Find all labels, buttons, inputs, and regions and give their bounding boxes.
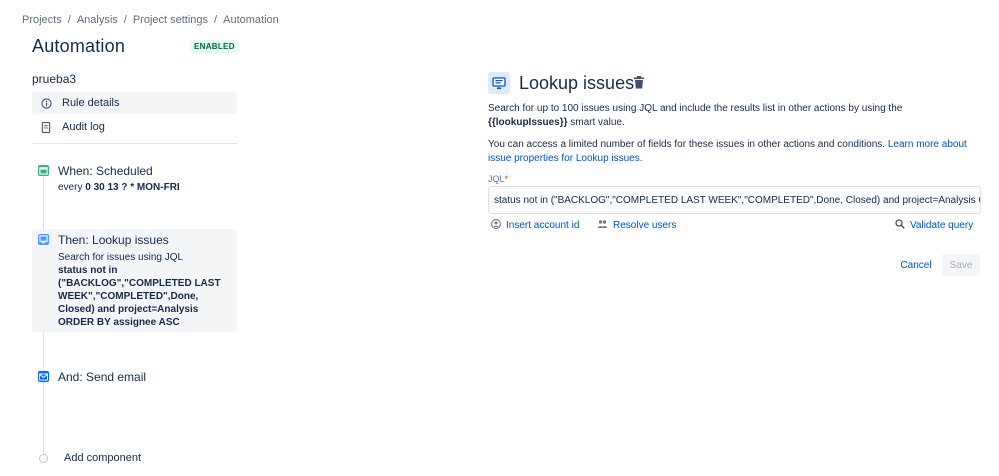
- resolve-users-button[interactable]: Resolve users: [597, 219, 676, 232]
- step-action-lookup-issues[interactable]: Then: Lookup issues Search for issues us…: [32, 229, 237, 332]
- sidebar-item-rule-details[interactable]: Rule details: [32, 92, 237, 114]
- status-badge[interactable]: ENABLED: [190, 40, 239, 53]
- validate-query-label: Validate query: [910, 220, 974, 231]
- step-trigger-scheduled[interactable]: When: Scheduled every 0 30 13 ? * MON-FR…: [32, 160, 237, 204]
- add-component-button[interactable]: Add component: [32, 452, 141, 464]
- resolve-users-label: Resolve users: [613, 220, 677, 231]
- step-title: When: Scheduled: [58, 164, 153, 178]
- users-icon: [597, 219, 608, 232]
- panel-title: Lookup issues: [519, 73, 635, 93]
- breadcrumb-analysis[interactable]: Analysis: [77, 14, 118, 26]
- save-button[interactable]: Save: [942, 254, 980, 276]
- breadcrumb: Projects / Analysis / Project settings /…: [22, 14, 279, 26]
- sidebar-item-audit-log[interactable]: Audit log: [32, 116, 237, 138]
- rule-name[interactable]: prueba3: [32, 72, 76, 86]
- validate-query-button[interactable]: Validate query: [895, 219, 973, 232]
- user-circle-icon: [491, 219, 501, 232]
- jql-input[interactable]: status not in ("BACKLOG","COMPLETED LAST…: [488, 186, 981, 214]
- panel-description: Search for up to 100 issues using JQL an…: [488, 102, 983, 130]
- page-title: Automation: [32, 36, 126, 56]
- step-description-line: Search for issues using JQL: [58, 252, 184, 263]
- lookup-issues-panel-icon: [488, 72, 510, 94]
- breadcrumb-separator: /: [214, 14, 218, 26]
- breadcrumb-separator: /: [67, 14, 71, 26]
- jql-label-text: JQL: [488, 174, 505, 184]
- jql-label: JQL*: [488, 174, 508, 184]
- description-text: Search for up to 100 issues using JQL an…: [488, 103, 903, 114]
- breadcrumb-projects[interactable]: Projects: [22, 14, 62, 26]
- sidebar-item-label: Rule details: [62, 97, 120, 109]
- trash-icon[interactable]: [633, 76, 647, 90]
- schedule-cron: 0 30 13 ? * MON-FRI: [85, 182, 180, 193]
- search-icon: [895, 219, 905, 232]
- document-icon: [38, 121, 54, 133]
- description-text: smart value.: [567, 117, 625, 128]
- cancel-button[interactable]: Cancel: [894, 254, 938, 276]
- lookup-issues-icon: [38, 234, 49, 245]
- schedule-prefix: every: [58, 182, 86, 193]
- panel-fields-note: You can access a limited number of field…: [488, 138, 988, 166]
- smart-value-code: {{lookupIssues}}: [488, 117, 568, 128]
- step-description: Search for issues using JQL status not i…: [58, 251, 233, 329]
- insert-account-id-button[interactable]: Insert account id: [491, 219, 579, 232]
- fields-note-text: You can access a limited number of field…: [488, 139, 888, 150]
- sidebar-item-label: Audit log: [62, 121, 105, 133]
- breadcrumb-separator: /: [123, 14, 127, 26]
- insert-account-id-label: Insert account id: [506, 220, 580, 231]
- step-title: Then: Lookup issues: [58, 233, 169, 247]
- info-icon: [38, 97, 54, 109]
- step-title: And: Send email: [58, 370, 147, 384]
- add-component-label: Add component: [64, 452, 142, 464]
- step-description: every 0 30 13 ? * MON-FRI: [58, 181, 180, 194]
- breadcrumb-automation[interactable]: Automation: [223, 14, 279, 26]
- calendar-icon: [38, 165, 49, 176]
- sidebar-divider: [32, 143, 237, 144]
- email-icon: [38, 371, 49, 382]
- step-jql-query: status not in ("BACKLOG","COMPLETED LAST…: [58, 265, 221, 328]
- step-send-email[interactable]: And: Send email: [32, 366, 237, 388]
- add-circle-icon: [39, 453, 48, 463]
- breadcrumb-project-settings[interactable]: Project settings: [133, 14, 208, 26]
- required-marker: *: [504, 174, 509, 184]
